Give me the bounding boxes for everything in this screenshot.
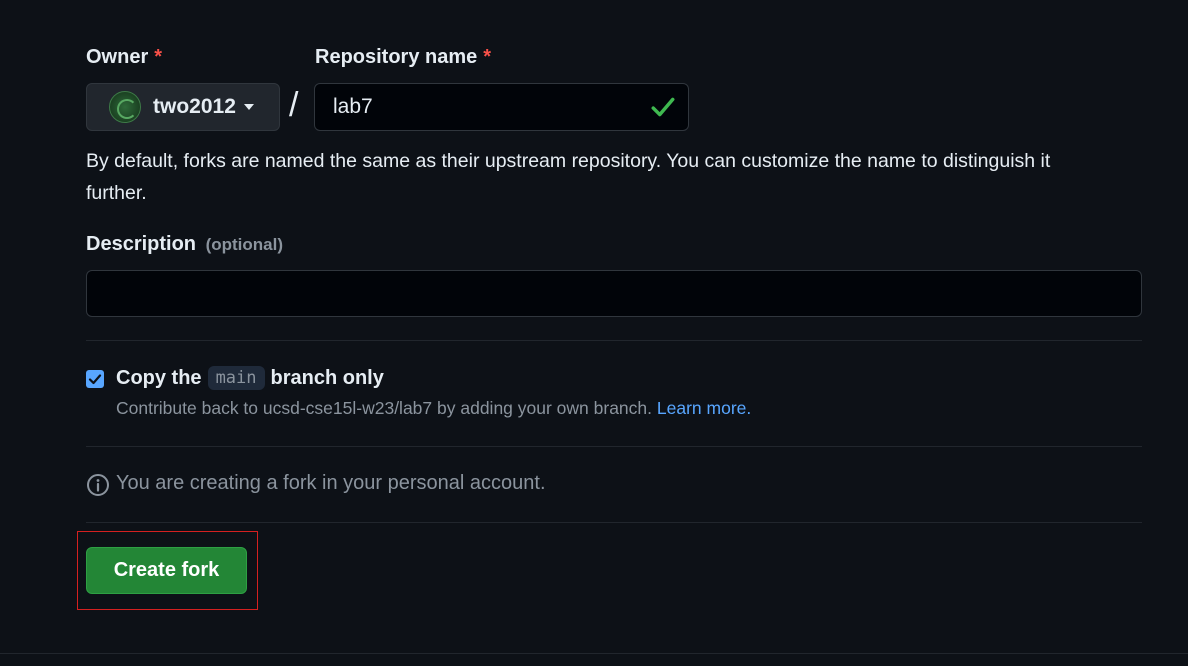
- personal-account-notice: You are creating a fork in your personal…: [116, 472, 546, 494]
- repository-name-label-text: Repository name: [315, 46, 478, 68]
- create-fork-button[interactable]: Create fork: [86, 547, 247, 594]
- check-icon: [651, 97, 675, 117]
- owner-name: two2012: [153, 95, 236, 118]
- copy-main-branch-checkbox[interactable]: [86, 370, 104, 388]
- avatar: [109, 91, 141, 123]
- checkmark-icon: [88, 374, 102, 385]
- copy-branch-subtext: Contribute back to ucsd-cse15l-w23/lab7 …: [116, 398, 751, 419]
- divider: [0, 653, 1188, 654]
- owner-required-mark: *: [154, 46, 163, 68]
- copy-branch-description: Contribute back to ucsd-cse15l-w23/lab7 …: [116, 398, 653, 418]
- fork-form: Owner* Repository name* two2012 / By def…: [0, 0, 1188, 666]
- owner-repo-separator: /: [289, 86, 299, 124]
- copy-branch-title: Copy the main branch only: [116, 366, 384, 390]
- repository-name-label: Repository name *: [315, 46, 491, 69]
- copy-branch-prefix: Copy the: [116, 366, 202, 389]
- copy-branch-suffix: branch only: [270, 366, 384, 389]
- description-label: Description (optional): [86, 233, 283, 256]
- divider: [86, 446, 1142, 447]
- owner-label-text: Owner: [86, 46, 149, 68]
- description-input[interactable]: [86, 270, 1142, 317]
- learn-more-link[interactable]: Learn more.: [657, 398, 751, 418]
- repository-name-input[interactable]: [314, 83, 689, 131]
- divider: [86, 522, 1142, 523]
- info-icon: [87, 474, 109, 496]
- divider: [86, 340, 1142, 341]
- branch-name-chip: main: [207, 366, 265, 390]
- owner-select-button[interactable]: two2012: [86, 83, 280, 131]
- description-label-text: Description: [86, 233, 197, 255]
- caret-down-icon: [243, 104, 254, 110]
- owner-label: Owner *: [86, 46, 162, 69]
- optional-tag: (optional): [205, 235, 284, 254]
- repository-required-mark: *: [483, 46, 492, 68]
- name-hint-text: By default, forks are named the same as …: [86, 150, 1051, 204]
